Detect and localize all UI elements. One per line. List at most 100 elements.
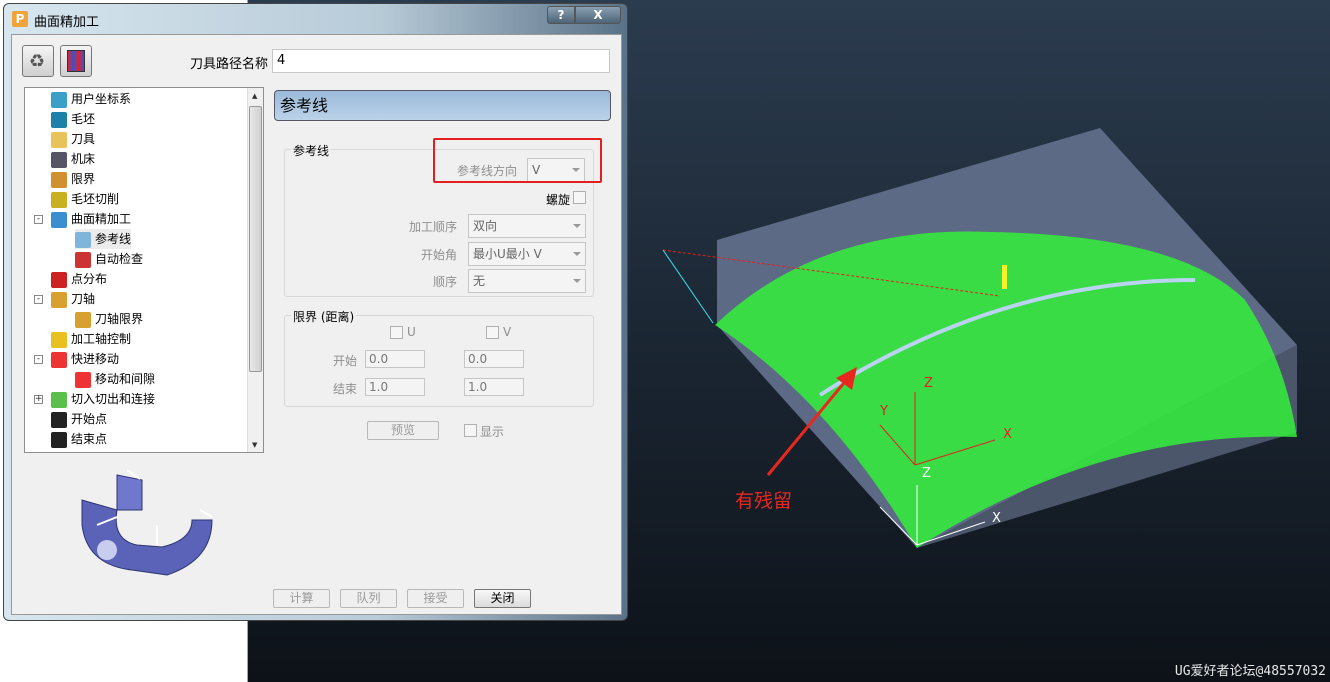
chevron-down-icon [573,279,581,283]
u-end-input[interactable]: 1.0 [365,378,425,396]
start-label: 开始 [333,354,358,368]
window-title: 曲面精加工 [34,15,100,30]
v-checkbox[interactable] [486,326,499,339]
calculate-button[interactable]: 计算 [273,589,330,608]
tree-item-label: 移动和间隙 [95,372,156,386]
scroll-up-icon[interactable]: ▲ [252,92,257,100]
tree-item[interactable]: 毛坯切削 [51,189,119,209]
toolpath-preview-button[interactable] [60,45,92,77]
tree-item-label: 快进移动 [71,352,120,366]
title-bar[interactable]: P 曲面精加工 ? X [4,4,627,34]
recycle-button[interactable]: ♻ [22,45,54,77]
spiral-label: 螺旋 [546,193,571,207]
axis-label-x: X [1003,427,1012,442]
v-end-input[interactable]: 1.0 [464,378,524,396]
rapid-move-icon [51,351,67,368]
sequence-label: 顺序 [433,275,458,289]
u-checkbox[interactable] [390,326,403,339]
v-label: V [503,325,512,339]
tree-item[interactable]: 曲面精加工 [51,209,131,229]
order-label: 加工顺序 [409,220,458,234]
scroll-down-icon[interactable]: ▼ [252,441,257,449]
end-point-icon [51,431,67,448]
tree-expander[interactable]: - [34,215,43,224]
tree-item-label: 刀轴限界 [95,312,144,326]
annotation-text: 有残留 [735,490,793,512]
tree-item[interactable]: 自动检查 [75,249,143,269]
tool-icon [51,131,67,148]
tool-icon-3d [1002,265,1007,289]
preview-button[interactable]: 预览 [367,421,439,440]
tree-item[interactable]: 结束点 [51,429,107,449]
tree-item-label: 加工轴控制 [71,332,132,346]
help-button[interactable]: ? [547,6,575,24]
close-button[interactable]: X [575,6,621,24]
tree-item[interactable]: 毛坯 [51,109,95,129]
tree-item[interactable]: 点分布 [51,269,107,289]
order-select[interactable]: 双向 [468,214,586,238]
tree-item-label: 毛坯 [71,112,96,126]
tree-item-label: 毛坯切削 [71,192,120,206]
axis-label-z: Z [924,376,933,391]
tree-item[interactable]: 刀轴 [51,289,95,309]
end-label: 结束 [333,382,358,396]
page-header: 参考线 [274,90,611,121]
user-coordinate-icon [51,91,67,108]
tree-item[interactable]: 加工轴控制 [51,329,131,349]
axis-label-y: Y [879,404,888,419]
strategy-illustration [81,469,213,576]
axis-control-icon [51,331,67,348]
toolpath-name-input[interactable]: 4 [272,49,610,73]
start-point-icon [51,411,67,428]
tree-item-label: 参考线 [95,232,132,246]
display-checkbox[interactable] [464,424,477,437]
watermark: UG爱好者论坛@48557032 [1174,664,1326,679]
tree-expander[interactable]: + [34,395,43,404]
chevron-down-icon [573,252,581,256]
toolpath-preview-icon [67,50,85,72]
tree-expander[interactable]: - [34,355,43,364]
limits-group: 限界 (距离) U V 开始 0.0 0.0 结束 1.0 1.0 [284,308,594,407]
leads-links-icon [51,391,67,408]
u-start-input[interactable]: 0.0 [365,350,425,368]
highlight-box [433,138,602,183]
u-label: U [407,325,416,339]
tree-item[interactable]: 参考线 [75,229,132,249]
reference-group-title: 参考线 [291,142,332,159]
surface-finish-icon [51,211,67,228]
strategy-tree[interactable]: ▲ ▼ 用户坐标系毛坯刀具机床限界毛坯切削曲面精加工 - 参考线自动检查 点分布刀轴 -… [24,87,264,453]
v-start-input[interactable]: 0.0 [464,350,524,368]
tree-expander[interactable]: - [34,295,43,304]
limits-group-title: 限界 (距离) [291,308,357,325]
sequence-select[interactable]: 无 [468,269,586,293]
tree-item-label: 机床 [71,152,96,166]
tree-item[interactable]: 用户坐标系 [51,89,131,109]
tree-item[interactable]: 刀轴限界 [75,309,143,329]
block-icon [51,111,67,128]
recycle-icon: ♻ [29,51,46,72]
tree-item[interactable]: 开始点 [51,409,107,429]
tree-item-label: 限界 [71,172,96,186]
accept-button[interactable]: 接受 [407,589,464,608]
axis-label-x2: X [992,511,1001,526]
tree-item[interactable]: 刀具 [51,129,95,149]
start-corner-label: 开始角 [421,248,458,262]
queue-button[interactable]: 队列 [340,589,397,608]
toolpath-name-label: 刀具路径名称 [190,57,269,72]
tree-scrollbar[interactable]: ▲ ▼ [247,88,263,452]
close-dialog-button[interactable]: 关闭 [474,589,531,608]
tree-item[interactable]: 快进移动 [51,349,119,369]
tree-item[interactable]: 移动和间隙 [75,369,155,389]
tree-item-label: 切入切出和连接 [71,392,156,406]
spiral-checkbox[interactable] [573,191,586,204]
auto-check-icon [75,251,91,268]
tree-item[interactable]: 切入切出和连接 [51,389,155,409]
scroll-thumb[interactable] [249,106,262,372]
tree-item-label: 刀轴 [71,292,96,306]
tree-item[interactable]: 机床 [51,149,95,169]
start-corner-select[interactable]: 最小U最小 V [468,242,586,266]
tree-item-label: 开始点 [71,412,108,426]
tree-item-label: 曲面精加工 [71,212,132,226]
chevron-down-icon [573,224,581,228]
tree-item[interactable]: 限界 [51,169,95,189]
